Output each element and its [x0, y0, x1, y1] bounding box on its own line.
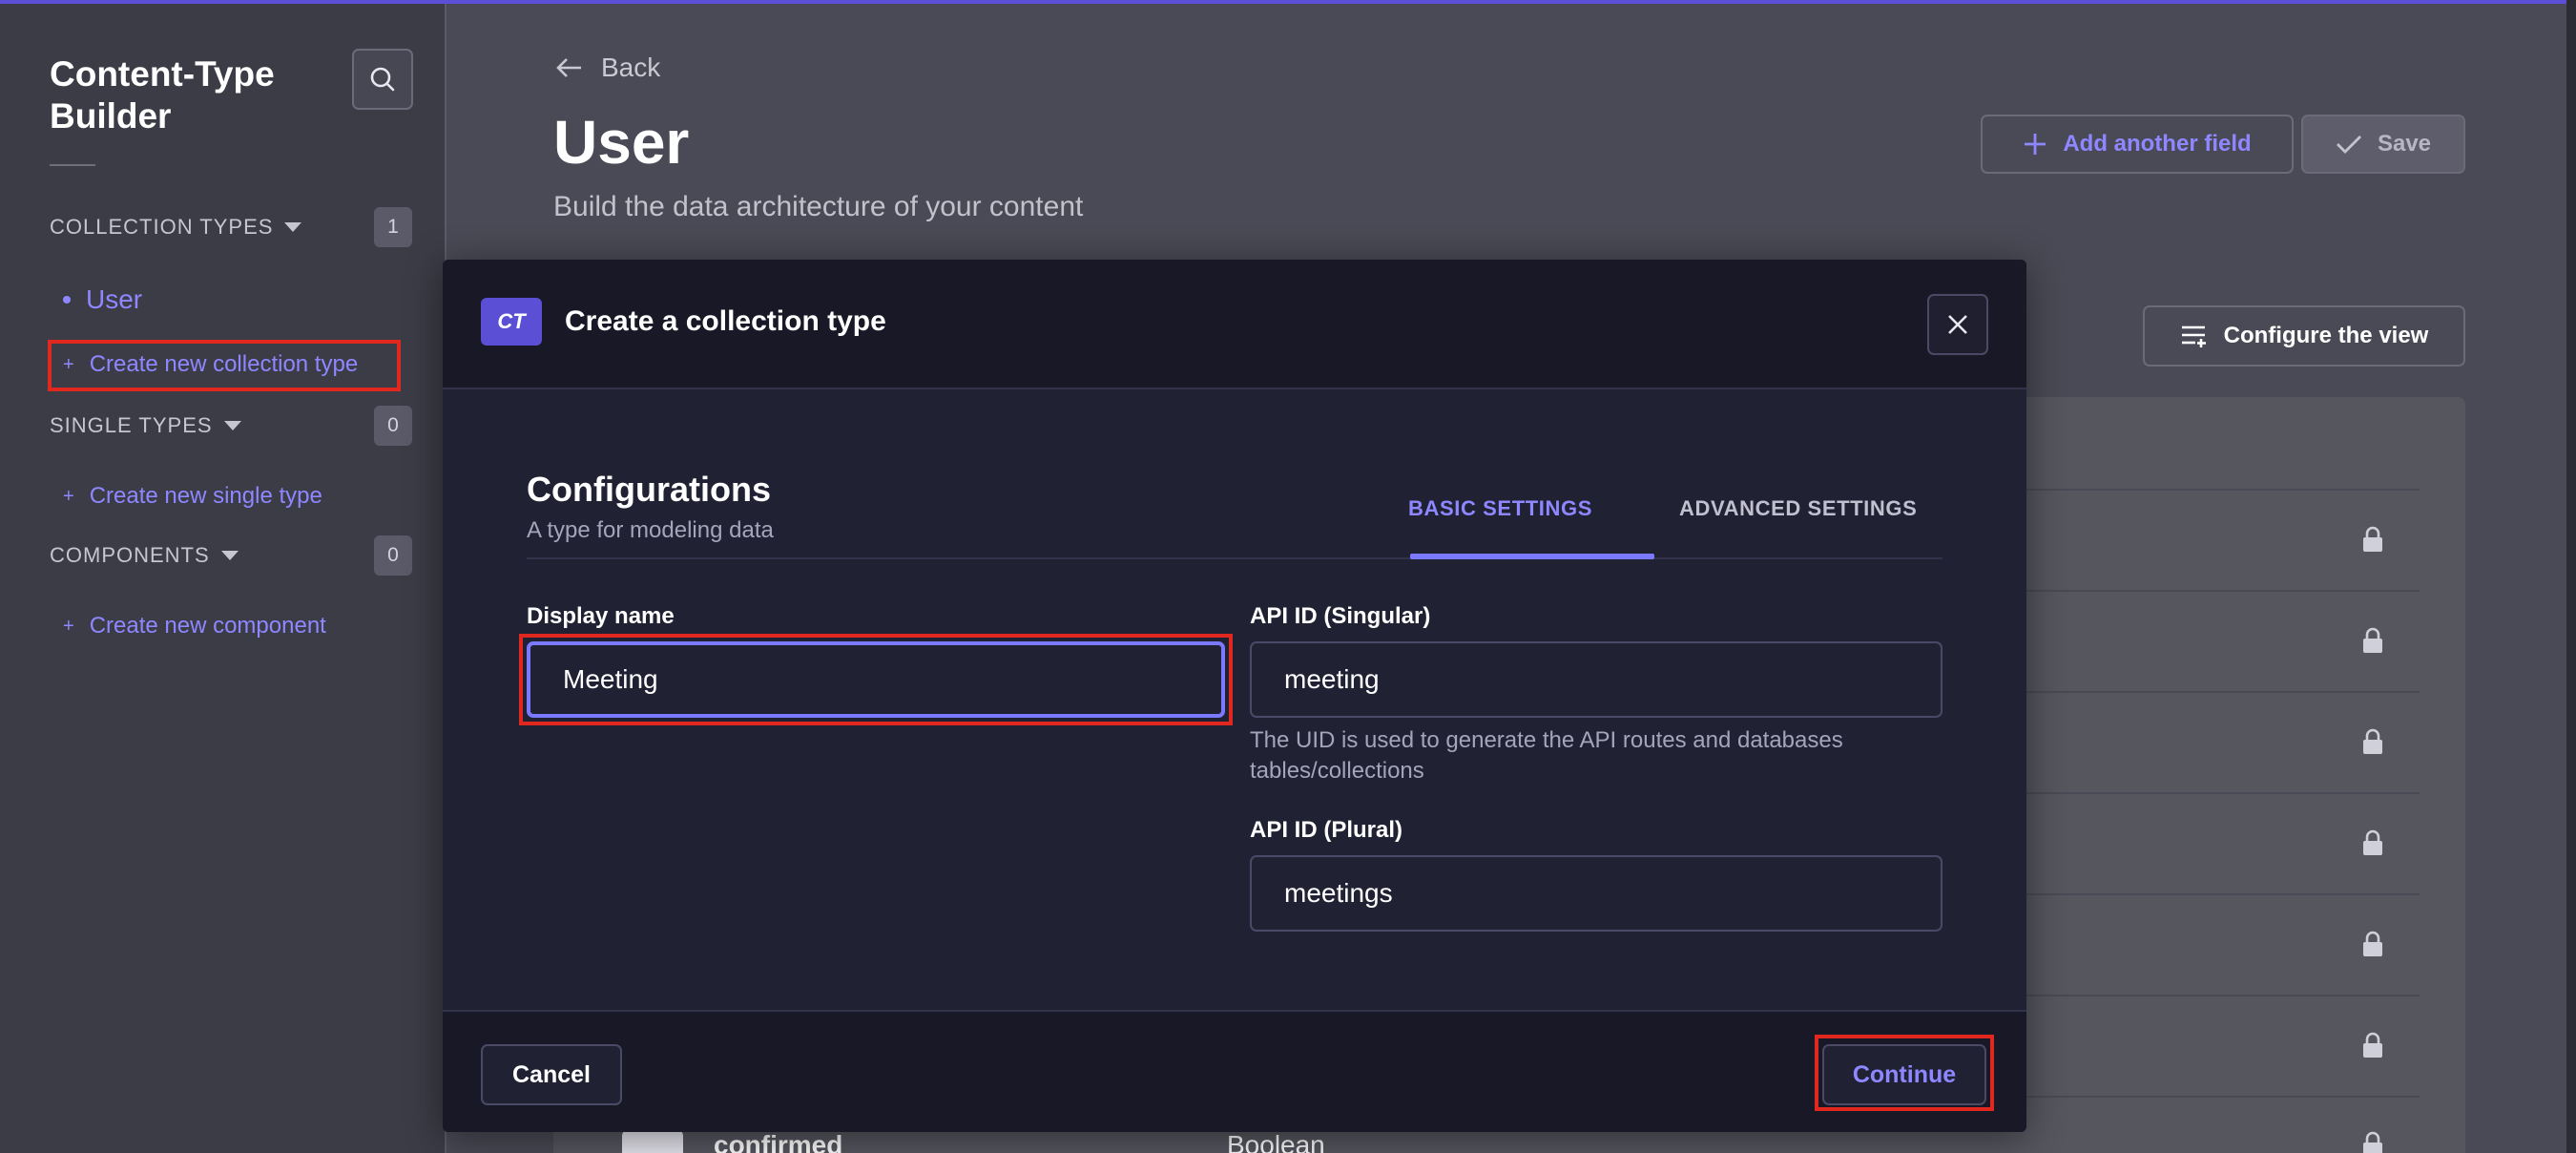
sidebar-item-label: User: [86, 284, 143, 314]
page-title: User: [553, 108, 690, 177]
button-label: Configure the view: [2223, 323, 2429, 348]
boolean-field-icon: [622, 1130, 683, 1153]
check-icon: [2336, 136, 2361, 154]
close-icon: [1948, 315, 1967, 334]
count-badge: 0: [374, 535, 412, 576]
row-divider: [2023, 792, 2420, 794]
arrow-left-icon: [556, 58, 581, 77]
count-badge: 1: [374, 207, 412, 247]
row-divider: [2023, 1096, 2420, 1098]
sidebar-item-user[interactable]: User: [63, 284, 142, 315]
lock-icon: [2363, 627, 2382, 653]
field-name: confirmed: [714, 1130, 843, 1153]
section-label: COLLECTION TYPES: [50, 215, 274, 239]
lock-icon: [2363, 931, 2382, 956]
plus-icon: +: [63, 485, 74, 507]
window-edge: [2566, 0, 2576, 1153]
lock-icon: [2363, 526, 2382, 552]
count-badge: 0: [374, 406, 412, 446]
lock-icon: [2363, 1131, 2382, 1153]
button-label: Save: [2377, 131, 2432, 157]
caret-down-icon: [220, 551, 239, 560]
api-id-plural-input[interactable]: meetings: [1250, 855, 1942, 932]
row-divider: [2023, 995, 2420, 996]
tab-basic-settings[interactable]: BASIC SETTINGS: [1408, 496, 1592, 521]
back-label: Back: [601, 52, 661, 82]
create-component-link[interactable]: + Create new component: [63, 613, 326, 639]
create-single-type-link[interactable]: + Create new single type: [63, 483, 322, 510]
sidebar: Content-Type Builder COLLECTION TYPES 1 …: [0, 4, 447, 1153]
row-divider: [2023, 489, 2420, 491]
link-label: Create new component: [89, 613, 326, 639]
section-title: Configurations: [527, 470, 771, 509]
section-label: SINGLE TYPES: [50, 413, 213, 437]
field-type: Boolean: [1227, 1130, 1325, 1153]
cancel-button[interactable]: Cancel: [481, 1044, 622, 1105]
close-button[interactable]: [1927, 294, 1988, 355]
content-type-badge: CT: [481, 298, 542, 346]
search-icon: [370, 67, 395, 92]
tabs-divider: [527, 557, 1942, 559]
add-another-field-button[interactable]: Add another field: [1981, 115, 2294, 174]
section-collection-types[interactable]: COLLECTION TYPES 1: [50, 206, 412, 248]
api-id-singular-input[interactable]: meeting: [1250, 641, 1942, 718]
section-subtitle: A type for modeling data: [527, 517, 774, 543]
row-divider: [2023, 590, 2420, 592]
highlight-box: [48, 340, 401, 391]
display-name-label: Display name: [527, 603, 675, 629]
lock-icon: [2363, 728, 2382, 754]
link-label: Create new single type: [89, 483, 322, 509]
create-collection-type-modal: CT Create a collection type Configuratio…: [443, 260, 2026, 1132]
list-settings-icon: [2181, 325, 2206, 347]
active-tab-indicator: [1410, 554, 1654, 559]
section-components[interactable]: COMPONENTS 0: [50, 535, 412, 576]
caret-down-icon: [223, 421, 241, 430]
api-id-plural-label: API ID (Plural): [1250, 817, 1403, 843]
highlight-box: [519, 634, 1233, 725]
modal-title: Create a collection type: [565, 305, 886, 337]
lock-icon: [2363, 829, 2382, 855]
highlight-box: [1815, 1035, 1994, 1111]
api-id-singular-label: API ID (Singular): [1250, 603, 1431, 629]
lock-icon: [2363, 1032, 2382, 1058]
section-label: COMPONENTS: [50, 543, 210, 567]
row-divider: [2023, 893, 2420, 895]
configure-view-button[interactable]: Configure the view: [2143, 305, 2465, 367]
api-id-hint: The UID is used to generate the API rout…: [1250, 727, 1843, 784]
sidebar-divider: [50, 164, 95, 166]
bullet-icon: [63, 296, 71, 304]
row-divider: [2023, 691, 2420, 693]
modal-footer: Cancel Continue: [443, 1010, 2026, 1132]
sidebar-title: Content-Type Builder: [50, 54, 275, 136]
caret-down-icon: [284, 222, 302, 232]
back-link[interactable]: Back: [555, 52, 660, 83]
modal-header: CT Create a collection type: [443, 260, 2026, 389]
save-button[interactable]: Save: [2301, 115, 2465, 174]
tab-advanced-settings[interactable]: ADVANCED SETTINGS: [1679, 496, 1917, 521]
sidebar-search-button[interactable]: [352, 49, 413, 110]
plus-icon: +: [63, 615, 74, 637]
button-label: Add another field: [2063, 131, 2252, 157]
page-subtitle: Build the data architecture of your cont…: [553, 191, 1084, 222]
section-single-types[interactable]: SINGLE TYPES 0: [50, 405, 412, 447]
plus-icon: [2025, 134, 2046, 155]
